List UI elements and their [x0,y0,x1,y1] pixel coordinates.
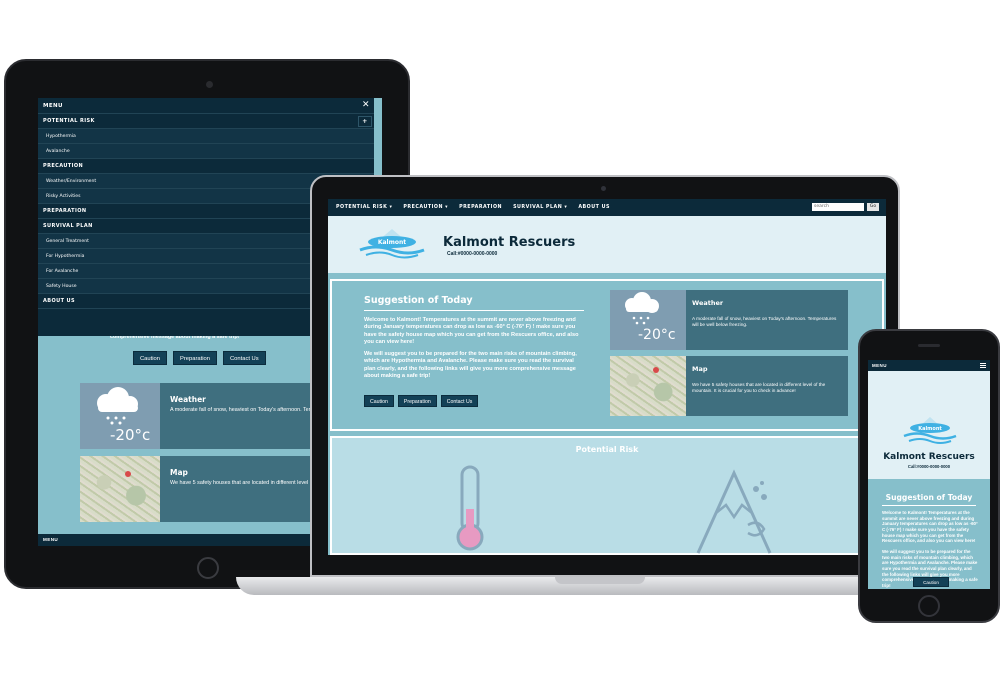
temperature-value: -20°c [638,327,676,343]
nav-precaution[interactable]: PRECAUTION ▾ [403,205,448,210]
suggestion-divider [364,310,584,311]
menu-section-label: PREPARATION [43,208,87,214]
menu-section-label: SURVIVAL PLAN [43,223,93,229]
weather-image: -20°c [80,383,160,449]
map-text: We have 5 safety houses that are located… [170,480,382,486]
contact-us-button[interactable]: Contact Us [222,351,266,365]
suggestion-title: Suggestion of Today [364,295,473,306]
laptop-device: POTENTIAL RISK ▾ PRECAUTION ▾ PREPARATIO… [310,175,900,577]
logo-icon[interactable]: Kalmont [356,225,428,259]
tablet-button-group: Caution Preparation Contact Us [133,351,266,365]
map-title: Map [692,365,708,373]
tablet-home-button [197,557,219,579]
menu-item-avalanche[interactable]: Avalanche [38,144,374,159]
phone-suggestion-title: Suggestion of Today [885,493,973,502]
hamburger-menu-icon[interactable] [980,363,986,368]
laptop-camera [601,186,606,191]
weather-text: A moderate fall of snow, heaviest on Tod… [692,316,837,327]
map-text: We have 5 safety houses that are located… [692,382,826,393]
nav-potential-risk[interactable]: POTENTIAL RISK ▾ [336,205,392,210]
menu-item-hypothermia[interactable]: Hypothermia [38,129,374,144]
nav-preparation[interactable]: PREPARATION [459,205,502,210]
weather-title: Weather [170,395,206,404]
phone-screen: MENU Kalmont Kalmont Rescuers Call:#0000… [868,360,990,589]
menu-header: MENU ✕ [38,98,374,114]
suggestion-buttons: Caution Preparation Contact Us [364,395,479,407]
map-pin-icon [653,367,659,373]
potential-risk-title: Potential Risk [575,445,639,454]
menu-section-label: PRECAUTION [43,163,84,169]
suggestion-paragraph-2: We will suggest you to be prepared for t… [364,351,577,379]
site-call: Call:#0000-0000-0000 [447,251,498,257]
phone-suggestion-paragraph-1: Welcome to Kalmont! Temperatures at the … [882,510,978,544]
phone-nav: MENU [868,360,990,371]
suggestion-paragraph-1: Welcome to Kalmont! Temperatures at the … [364,317,579,345]
contact-us-button[interactable]: Contact Us [440,395,479,407]
go-button[interactable]: Go [867,203,879,211]
site-title: Kalmont Rescuers [443,235,576,250]
preparation-button[interactable]: Preparation [172,351,217,365]
weather-text: A moderate fall of snow, heaviest on Tod… [170,407,382,413]
mountain-avalanche-icon[interactable] [694,467,774,555]
site-header: Kalmont Kalmont Rescuers Call:#0000-0000… [328,216,886,273]
phone-menu-label[interactable]: MENU [872,363,887,368]
weather-title: Weather [692,299,724,307]
phone-site-title: Kalmont Rescuers [883,452,975,462]
caution-button[interactable]: Caution [133,351,167,365]
logo-text: Kalmont [918,426,942,432]
menu-section-potential-risk[interactable]: POTENTIAL RISK + [38,114,374,129]
thermometer-icon[interactable] [452,465,488,555]
logo-text: Kalmont [378,239,406,246]
phone-suggestion-divider [882,505,976,506]
map-image [80,456,160,522]
map-title: Map [170,468,188,477]
laptop-notch [555,577,645,584]
map-pin-icon [125,471,131,477]
weather-image: -20°c [610,290,686,350]
menu-section-precaution[interactable]: PRECAUTION [38,159,374,174]
caution-button[interactable]: Caution [364,395,394,407]
menu-label: MENU [43,102,63,109]
nav-about-us[interactable]: ABOUT US [578,205,610,210]
phone-site-call: Call:#0000-0000-0000 [907,464,951,469]
search-input[interactable]: search [812,203,864,211]
phone-speaker [918,344,940,347]
temperature-value: -20°c [110,426,151,444]
phone-caution-button[interactable]: Caution [913,577,949,587]
laptop-screen: POTENTIAL RISK ▾ PRECAUTION ▾ PREPARATIO… [328,199,886,555]
preparation-button[interactable]: Preparation [397,395,437,407]
menu-section-label: ABOUT US [43,298,76,304]
menu-section-label: POTENTIAL RISK [43,118,95,124]
map-image [610,356,686,416]
map-card[interactable]: Map We have 5 safety houses that are loc… [610,356,848,416]
nav-survival-plan[interactable]: SURVIVAL PLAN ▾ [513,205,567,210]
close-icon[interactable]: ✕ [362,100,370,110]
weather-card[interactable]: -20°c Weather A moderate fall of snow, h… [610,290,848,350]
nav-items: POTENTIAL RISK ▾ PRECAUTION ▾ PREPARATIO… [336,205,610,210]
phone-header: Kalmont [868,371,990,479]
logo-icon[interactable]: Kalmont [901,413,959,445]
top-nav: POTENTIAL RISK ▾ PRECAUTION ▾ PREPARATIO… [328,199,886,216]
phone-home-button [918,595,940,617]
tablet-camera [206,81,213,88]
expand-icon[interactable]: + [358,116,372,127]
